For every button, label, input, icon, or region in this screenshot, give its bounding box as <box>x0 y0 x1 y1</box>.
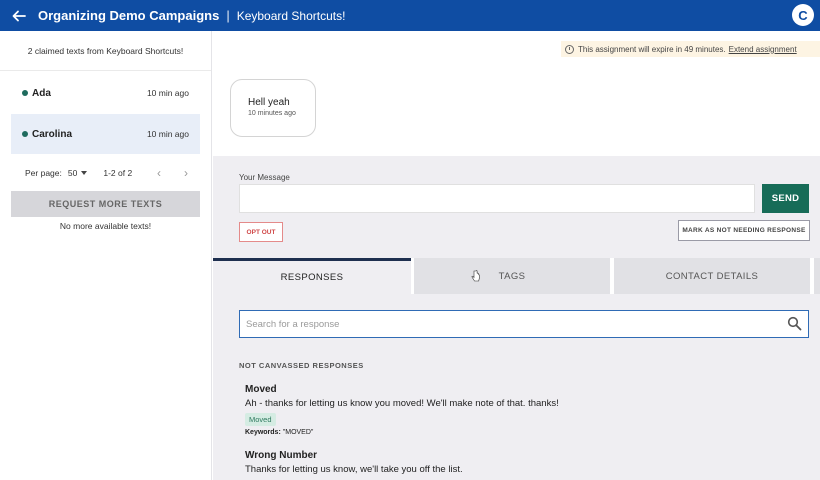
message-bubble: Hell yeah 10 minutes ago <box>230 79 316 137</box>
arrow-left-icon <box>12 10 26 21</box>
tab-responses[interactable]: RESPONSES <box>213 258 411 294</box>
app-header: Organizing Demo Campaigns | Keyboard Sho… <box>0 0 820 31</box>
your-message-label: Your Message <box>239 173 290 182</box>
opt-out-button[interactable]: OPT OUT <box>239 222 283 242</box>
keywords-label: Keywords: <box>245 429 281 436</box>
message-input[interactable] <box>239 184 755 213</box>
message-text: Hell yeah <box>248 97 290 108</box>
claimed-texts-label: 2 claimed texts from Keyboard Shortcuts! <box>0 31 211 71</box>
no-more-texts-label: No more available texts! <box>59 221 152 231</box>
expire-notice: This assignment will expire in 49 minute… <box>561 41 820 57</box>
extend-assignment-link[interactable]: Extend assignment <box>729 45 797 54</box>
campaign-subtitle: Keyboard Shortcuts! <box>236 8 346 23</box>
message-time: 10 minutes ago <box>248 110 296 117</box>
expire-text: This assignment will expire in 49 minute… <box>578 44 726 54</box>
contact-item-ada[interactable]: Ada 10 min ago <box>11 73 200 113</box>
response-item-moved[interactable]: Moved Ah - thanks for letting us know yo… <box>245 384 559 436</box>
per-page-select[interactable]: 50 <box>68 168 77 178</box>
pointer-cursor-icon <box>471 270 480 282</box>
response-search <box>239 310 809 338</box>
send-button[interactable]: SEND <box>762 184 809 213</box>
per-page-label: Per page: <box>25 168 62 178</box>
clock-icon <box>565 44 574 54</box>
page-range: 1-2 of 2 <box>103 168 133 178</box>
status-dot-icon <box>22 90 28 96</box>
response-title: Moved <box>245 384 277 395</box>
caret-down-icon[interactable] <box>81 171 88 175</box>
compose-area: Your Message SEND OPT OUT MARK AS NOT NE… <box>213 156 820 258</box>
responses-panel: NOT CANVASSED RESPONSES Moved Ah - thank… <box>213 294 820 480</box>
keywords-value: "MOVED" <box>282 429 314 436</box>
response-tabs: RESPONSES TAGS CONTACT DETAILS <box>213 258 820 294</box>
response-tag: Moved <box>245 413 276 426</box>
search-icon[interactable] <box>787 316 802 331</box>
tab-overflow[interactable] <box>814 258 820 294</box>
tab-tags-label: TAGS <box>498 270 526 282</box>
pagination: Per page: 50 1-2 of 2 ‹ › <box>11 163 200 183</box>
tab-tags[interactable]: TAGS <box>414 258 610 294</box>
chevron-left-icon[interactable]: ‹ <box>157 166 161 180</box>
mark-not-needing-response-button[interactable]: MARK AS NOT NEEDING RESPONSE <box>678 220 810 241</box>
request-more-texts-button[interactable]: REQUEST MORE TEXTS <box>11 191 200 217</box>
contact-time: 10 min ago <box>146 88 189 98</box>
campaign-title: Organizing Demo Campaigns <box>38 8 220 23</box>
user-avatar[interactable]: C <box>792 4 814 26</box>
tab-contact-details[interactable]: CONTACT DETAILS <box>614 258 810 294</box>
chevron-right-icon[interactable]: › <box>184 166 188 180</box>
response-item-wrong-number[interactable]: Wrong Number Thanks for letting us know,… <box>245 450 463 475</box>
back-button[interactable] <box>0 0 38 31</box>
response-keywords: Keywords: "MOVED" <box>245 429 559 436</box>
status-dot-icon <box>22 131 28 137</box>
search-input[interactable] <box>246 316 766 332</box>
response-text: Thanks for letting us know, we'll take y… <box>245 464 463 475</box>
contact-item-carolina[interactable]: Carolina 10 min ago <box>11 114 200 154</box>
conversation-main: This assignment will expire in 49 minute… <box>213 31 820 480</box>
conversation-sidebar: 2 claimed texts from Keyboard Shortcuts!… <box>0 31 212 480</box>
contact-name: Carolina <box>32 128 73 140</box>
contact-name: Ada <box>32 87 51 99</box>
header-separator: | <box>226 8 230 23</box>
response-text: Ah - thanks for letting us know you move… <box>245 398 559 409</box>
section-heading: NOT CANVASSED RESPONSES <box>239 361 364 370</box>
response-title: Wrong Number <box>245 450 318 461</box>
contact-time: 10 min ago <box>146 129 189 139</box>
